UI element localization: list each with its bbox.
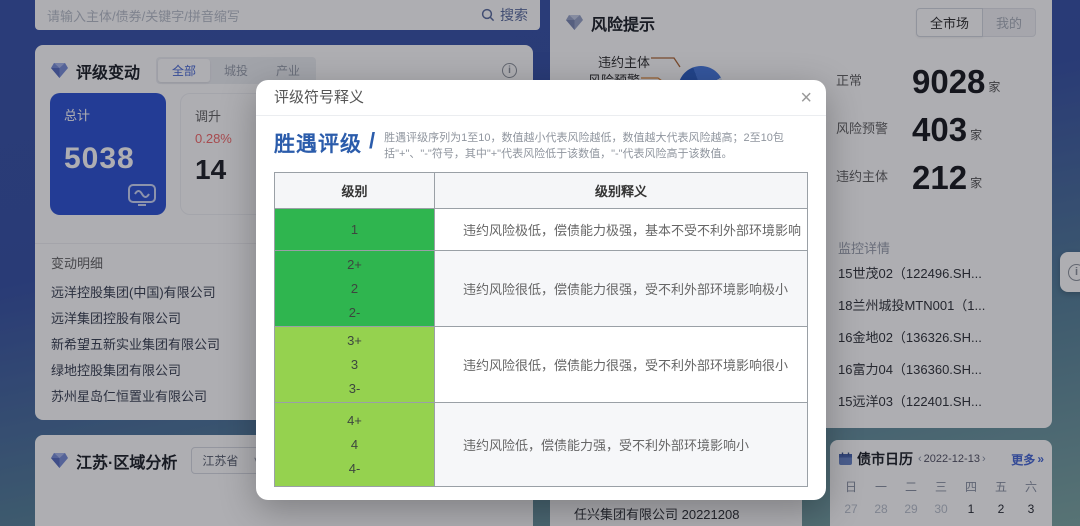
level-value: 2+ (275, 253, 434, 277)
level-meaning: 违约风险很低，偿债能力很强，受不利外部环境影响极小 (435, 251, 808, 327)
table-header-meaning: 级别释义 (435, 173, 808, 209)
level-value: 4- (275, 457, 434, 481)
level-value: 3 (275, 353, 434, 377)
level-value: 2 (275, 277, 434, 301)
table-row: 1 违约风险极低，偿债能力极强，基本不受不利外部环境影响 (275, 209, 808, 251)
rating-symbol-modal: 评级符号释义 × 胜遇评级 / 胜遇评级序列为1至10，数值越小代表风险越低，数… (256, 80, 826, 500)
shengyu-rating-title: 胜遇评级 (274, 128, 362, 158)
table-row: 3+ 3 3- 违约风险很低，偿债能力很强，受不利外部环境影响很小 (275, 327, 808, 403)
level-value: 4 (275, 433, 434, 457)
close-icon[interactable]: × (800, 80, 812, 116)
level-value: 4+ (275, 409, 434, 433)
level-meaning: 违约风险低，偿债能力强，受不利外部环境影响小 (435, 403, 808, 487)
table-header-level: 级别 (275, 173, 435, 209)
rating-table: 级别 级别释义 1 违约风险极低，偿债能力极强，基本不受不利外部环境影响 2+ … (274, 172, 808, 487)
level-meaning: 违约风险极低，偿债能力极强，基本不受不利外部环境影响 (435, 209, 808, 251)
level-value: 1 (275, 218, 434, 242)
rating-description: 胜遇评级序列为1至10，数值越小代表风险越低，数值越大代表风险越高；2至10包括… (384, 128, 808, 162)
divider: / (369, 128, 375, 154)
level-value: 3- (275, 377, 434, 401)
level-value: 3+ (275, 329, 434, 353)
table-row: 2+ 2 2- 违约风险很低，偿债能力很强，受不利外部环境影响极小 (275, 251, 808, 327)
level-meaning: 违约风险很低，偿债能力很强，受不利外部环境影响很小 (435, 327, 808, 403)
modal-title: 评级符号释义 (274, 89, 364, 106)
level-value: 2- (275, 301, 434, 325)
table-row: 4+ 4 4- 违约风险低，偿债能力强，受不利外部环境影响小 (275, 403, 808, 487)
